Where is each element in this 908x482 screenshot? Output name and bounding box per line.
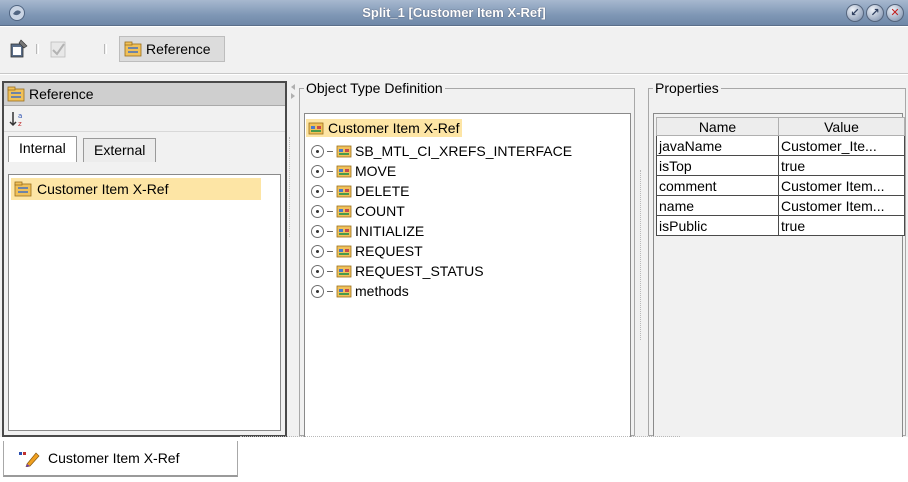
maximize-icon[interactable]: ↗ bbox=[866, 4, 884, 22]
properties-table-area: Name Value javaName Customer_Ite... isTo… bbox=[653, 113, 905, 449]
bottom-tab-strip: Customer Item X-Ref bbox=[0, 437, 908, 482]
property-name[interactable]: isTop bbox=[656, 155, 779, 176]
property-name[interactable]: javaName bbox=[656, 135, 779, 156]
properties-table: Name Value javaName Customer_Ite... isTo… bbox=[656, 117, 905, 236]
object-type-icon bbox=[336, 185, 352, 198]
object-type-icon bbox=[308, 122, 324, 135]
object-type-icon bbox=[336, 225, 352, 238]
reference-icon bbox=[14, 181, 32, 197]
tab-external[interactable]: External bbox=[83, 138, 157, 162]
tree-node[interactable]: COUNT bbox=[311, 201, 405, 221]
tree-node[interactable]: REQUEST bbox=[311, 241, 423, 261]
expand-icon[interactable] bbox=[311, 204, 324, 218]
reference-panel-title: Reference bbox=[29, 86, 94, 102]
expand-icon[interactable] bbox=[311, 224, 324, 238]
reference-icon bbox=[7, 86, 25, 102]
object-type-icon bbox=[336, 165, 352, 178]
table-row[interactable]: name Customer Item... bbox=[656, 195, 905, 216]
column-header-name[interactable]: Name bbox=[656, 117, 779, 136]
tab-customer-item-x-ref[interactable]: Customer Item X-Ref bbox=[3, 441, 238, 477]
object-type-definition-legend: Object Type Definition bbox=[306, 80, 443, 96]
svg-text:a: a bbox=[18, 112, 22, 120]
tree-node-label: methods bbox=[355, 283, 409, 299]
column-header-value[interactable]: Value bbox=[778, 117, 905, 136]
property-value[interactable]: Customer Item... bbox=[778, 195, 905, 216]
expand-icon[interactable] bbox=[311, 184, 324, 198]
tree-node[interactable]: methods bbox=[311, 281, 409, 301]
table-row[interactable]: isPublic true bbox=[656, 215, 905, 236]
validate-icon[interactable] bbox=[48, 39, 68, 59]
sort-az-icon[interactable]: a z bbox=[9, 110, 27, 128]
splitter-grip bbox=[289, 137, 290, 237]
reference-tabs: Internal External bbox=[4, 136, 285, 162]
expand-icon[interactable] bbox=[311, 284, 324, 298]
sort-bar: a z bbox=[4, 106, 285, 132]
expand-icon[interactable] bbox=[311, 244, 324, 258]
close-icon[interactable]: ✕ bbox=[886, 4, 904, 22]
object-type-icon bbox=[336, 205, 352, 218]
tree-root[interactable]: Customer Item X-Ref bbox=[306, 119, 463, 137]
property-value[interactable]: true bbox=[778, 215, 905, 236]
object-type-icon bbox=[336, 145, 352, 158]
tab-label: Customer Item X-Ref bbox=[48, 450, 180, 466]
tree-node-label: DELETE bbox=[355, 183, 410, 199]
tree-node-label: SB_MTL_CI_XREFS_INTERFACE bbox=[355, 143, 573, 159]
reference-panel: Reference a z Internal External Customer… bbox=[2, 81, 287, 437]
list-item-label: Customer Item X-Ref bbox=[37, 181, 169, 197]
reference-button[interactable]: Reference bbox=[119, 36, 225, 62]
toolbar-separator bbox=[36, 44, 39, 54]
splitter-handle[interactable] bbox=[288, 81, 298, 437]
object-type-icon bbox=[336, 265, 352, 278]
expand-icon[interactable] bbox=[311, 264, 324, 278]
svg-text:z: z bbox=[18, 120, 22, 128]
object-type-icon bbox=[336, 285, 352, 298]
property-name[interactable]: name bbox=[656, 195, 779, 216]
table-row[interactable]: comment Customer Item... bbox=[656, 175, 905, 196]
table-row[interactable]: isTop true bbox=[656, 155, 905, 176]
tree-node[interactable]: INITIALIZE bbox=[311, 221, 424, 241]
reference-list: Customer Item X-Ref bbox=[8, 174, 281, 431]
object-type-icon bbox=[336, 245, 352, 258]
tree-node-label: MOVE bbox=[355, 163, 397, 179]
tree-node-label: REQUEST bbox=[355, 243, 423, 259]
property-name[interactable]: isPublic bbox=[656, 215, 779, 236]
window-title: Split_1 [Customer Item X-Ref] bbox=[362, 5, 546, 20]
collaboration-edit-icon bbox=[19, 452, 40, 467]
object-type-definition-group: Object Type Definition Customer Item X-R… bbox=[299, 80, 635, 449]
toolbar: Reference bbox=[0, 27, 908, 74]
tree-root-label: Customer Item X-Ref bbox=[328, 120, 460, 136]
expand-icon[interactable] bbox=[311, 144, 324, 158]
reference-icon bbox=[124, 41, 142, 57]
tree-node[interactable]: MOVE bbox=[311, 161, 396, 181]
object-tree: Customer Item X-Ref SB_MTL_CI_XREFS_INTE… bbox=[304, 113, 631, 449]
splitter-grip[interactable] bbox=[640, 170, 641, 340]
property-value[interactable]: Customer Item... bbox=[778, 175, 905, 196]
expand-icon[interactable] bbox=[311, 164, 324, 178]
tree-node-label: INITIALIZE bbox=[355, 223, 425, 239]
title-bar: Split_1 [Customer Item X-Ref] ↙ ↗ ✕ bbox=[0, 0, 908, 26]
tree-node[interactable]: SB_MTL_CI_XREFS_INTERFACE bbox=[311, 141, 572, 161]
property-value[interactable]: Customer_Ite... bbox=[778, 135, 905, 156]
list-item[interactable]: Customer Item X-Ref bbox=[11, 178, 261, 200]
properties-legend: Properties bbox=[655, 80, 719, 96]
toolbar-separator bbox=[104, 44, 107, 54]
tree-node[interactable]: DELETE bbox=[311, 181, 409, 201]
tree-node-label: COUNT bbox=[355, 203, 405, 219]
reference-button-label: Reference bbox=[146, 41, 211, 57]
properties-icon[interactable] bbox=[9, 39, 29, 59]
property-name[interactable]: comment bbox=[656, 175, 779, 196]
tab-internal[interactable]: Internal bbox=[8, 136, 77, 162]
reference-panel-header: Reference bbox=[4, 83, 285, 106]
table-row[interactable]: javaName Customer_Ite... bbox=[656, 135, 905, 156]
property-value[interactable]: true bbox=[778, 155, 905, 176]
splitter-arrows-icon[interactable] bbox=[289, 82, 297, 102]
tree-node[interactable]: REQUEST_STATUS bbox=[311, 261, 484, 281]
minimize-icon[interactable]: ↙ bbox=[846, 4, 864, 22]
tree-node-label: REQUEST_STATUS bbox=[355, 263, 484, 279]
properties-group: Properties Name Value javaName Customer_… bbox=[648, 80, 906, 449]
panel-area: Reference a z Internal External Customer… bbox=[0, 75, 908, 449]
